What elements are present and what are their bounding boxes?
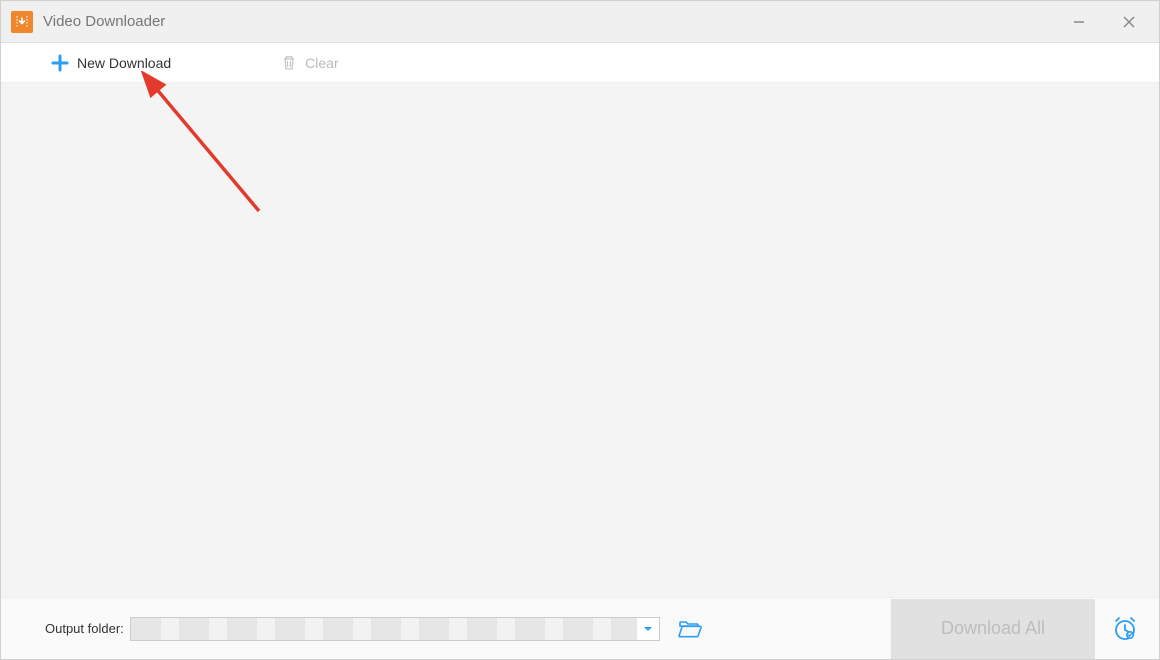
chevron-down-icon (637, 623, 659, 635)
plus-icon (51, 54, 69, 72)
app-icon (11, 11, 33, 33)
new-download-button[interactable]: New Download (51, 54, 171, 72)
output-folder-dropdown[interactable] (130, 617, 660, 641)
minimize-icon (1073, 16, 1085, 28)
folder-icon (678, 619, 702, 639)
close-icon (1122, 15, 1136, 29)
window-controls (1069, 12, 1149, 32)
titlebar: Video Downloader (1, 1, 1159, 43)
clear-label: Clear (305, 55, 338, 71)
annotation-arrow-icon (139, 71, 279, 231)
output-folder-value (131, 618, 637, 640)
trash-icon (281, 55, 297, 71)
clear-button[interactable]: Clear (281, 55, 338, 71)
window-title: Video Downloader (43, 13, 1069, 30)
schedule-button[interactable] (1101, 615, 1149, 643)
toolbar: New Download Clear (1, 43, 1159, 83)
output-folder-label: Output folder: (45, 621, 124, 636)
download-all-label: Download All (941, 618, 1045, 639)
minimize-button[interactable] (1069, 12, 1089, 32)
close-button[interactable] (1119, 12, 1139, 32)
alarm-clock-icon (1111, 615, 1139, 643)
footer: Output folder: Download All (1, 597, 1159, 659)
download-all-button[interactable]: Download All (891, 599, 1095, 659)
new-download-label: New Download (77, 55, 171, 71)
open-folder-button[interactable] (678, 619, 702, 639)
download-list-area (1, 83, 1159, 597)
